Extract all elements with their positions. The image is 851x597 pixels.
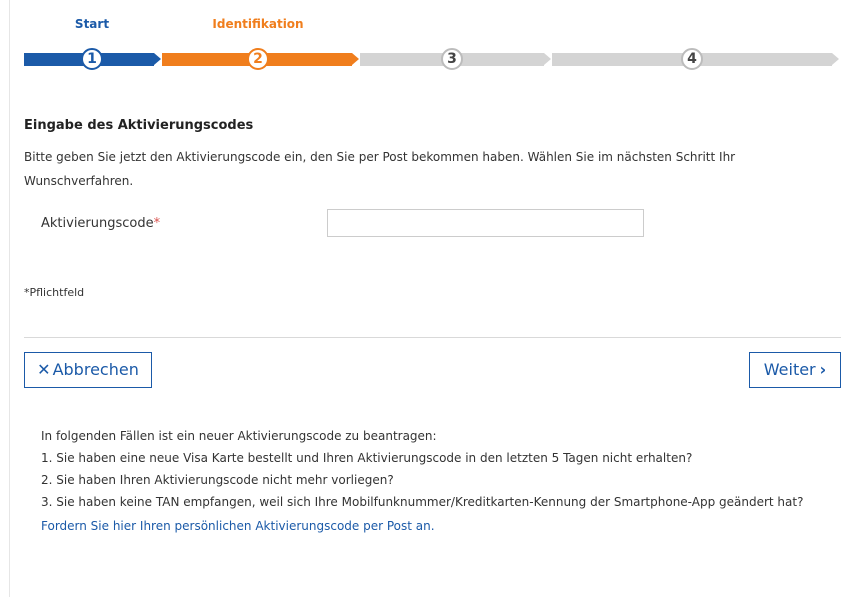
required-marker: * [153, 216, 161, 231]
activation-code-label-text: Aktivierungscode [41, 216, 154, 231]
close-icon: ✕ [37, 360, 51, 379]
info-item-2: 2. Sie haben Ihren Aktivierungscode nich… [41, 473, 394, 487]
divider [24, 337, 841, 338]
step-3-circle: 3 [441, 48, 463, 70]
info-section: In folgenden Fällen ist ein neuer Aktivi… [41, 425, 831, 537]
form-description: Bitte geben Sie jetzt den Aktivierungsco… [24, 150, 736, 188]
page-left-border [9, 0, 10, 597]
activation-code-label: Aktivierungscode* [41, 216, 160, 231]
info-intro: In folgenden Fällen ist ein neuer Aktivi… [41, 429, 437, 443]
required-field-note: *Pflichtfeld [24, 286, 85, 299]
cancel-button-label: Abbrechen [52, 360, 139, 379]
next-button[interactable]: Weiter › [749, 352, 841, 388]
next-button-label: Weiter [763, 360, 816, 379]
activation-code-input[interactable] [327, 209, 644, 237]
step-label-identifikation: Identifikation [212, 17, 304, 31]
step-label-start: Start [74, 17, 110, 31]
step-2-circle: 2 [247, 48, 269, 70]
progress-stepper: Start Identifikation 1 2 3 4 [24, 14, 839, 74]
info-item-3: 3. Sie haben keine TAN empfangen, weil s… [41, 495, 804, 509]
step-4-circle: 4 [681, 48, 703, 70]
request-code-link[interactable]: Fordern Sie hier Ihren persönlichen Akti… [41, 515, 435, 537]
chevron-right-icon: › [819, 360, 827, 379]
cancel-button[interactable]: ✕ Abbrechen [24, 352, 152, 388]
info-item-1: 1. Sie haben eine neue Visa Karte bestel… [41, 451, 693, 465]
step-1-circle: 1 [81, 48, 103, 70]
section-title: Eingabe des Aktivierungscodes [24, 118, 254, 133]
